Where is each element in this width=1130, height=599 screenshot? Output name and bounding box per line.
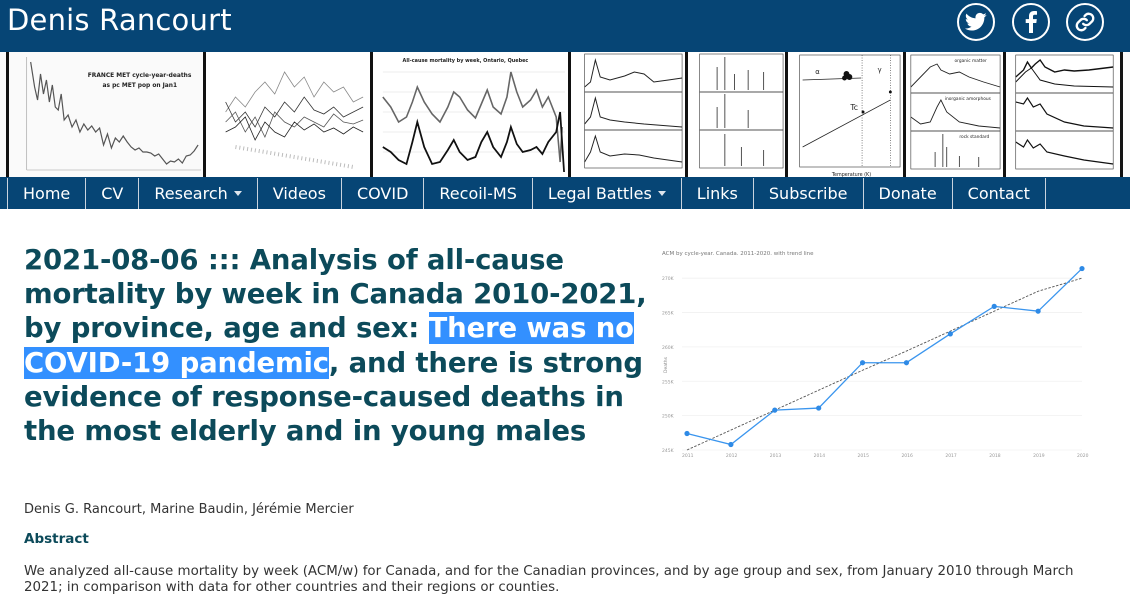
banner-thumbnail: organic matter inorganic amorphous rock … — [903, 52, 1003, 177]
nav-label: Research — [154, 184, 228, 203]
nav-cv[interactable]: CV — [86, 178, 140, 209]
chart-x-tick: 2014 — [814, 453, 826, 459]
abstract-heading: Abstract — [24, 531, 89, 547]
chart-svg: ACM by cycle-year. Canada. 2011-2020. wi… — [662, 251, 1089, 459]
nav-subscribe[interactable]: Subscribe — [754, 178, 864, 209]
chart-x-tick: 2020 — [1077, 453, 1089, 459]
nav-research[interactable]: Research — [139, 178, 258, 209]
svg-text:γ: γ — [878, 66, 882, 74]
site-header: Denis Rancourt — [0, 0, 1130, 50]
nav-label: CV — [101, 184, 124, 203]
article-title: 2021-08-06 ::: Analysis of all-cause mor… — [24, 243, 664, 448]
main-nav: Home CV Research Videos COVID Recoil-MS … — [0, 178, 1130, 209]
header-banner: FRANCE MET cycle-year-deaths as pc MET p… — [0, 50, 1130, 178]
chart-x-tick: 2017 — [945, 453, 957, 459]
nav-label: Links — [696, 184, 738, 203]
chart-x-tick: 2013 — [770, 453, 782, 459]
chart-y-tick: 250K — [662, 414, 675, 420]
nav-recoil-ms[interactable]: Recoil-MS — [424, 178, 533, 209]
link-button[interactable] — [1066, 3, 1104, 41]
thumbnail-title: FRANCE MET cycle-year-deaths — [88, 72, 192, 79]
abstract-text: We analyzed all-cause mortality by week … — [24, 564, 1074, 595]
svg-text:Tc: Tc — [849, 103, 858, 112]
banner-thumbnail: FRANCE MET cycle-year-deaths as pc MET p… — [6, 52, 203, 177]
link-icon — [1075, 12, 1095, 32]
banner-thumbnail — [568, 52, 685, 177]
chart-y-tick: 270K — [662, 276, 675, 282]
nav-legal-battles[interactable]: Legal Battles — [533, 178, 682, 209]
chart-data-point — [1035, 308, 1041, 314]
nav-links[interactable]: Links — [682, 178, 754, 209]
svg-text:All-cause mortality by week, O: All-cause mortality by week, Ontario, Qu… — [403, 58, 529, 64]
nav-covid[interactable]: COVID — [342, 178, 425, 209]
svg-text:organic matter: organic matter — [955, 58, 988, 64]
chart-data-point — [1079, 265, 1085, 272]
chart-data-point — [684, 430, 690, 437]
banner-thumbnail — [203, 52, 370, 177]
chart-y-tick: 265K — [662, 311, 675, 317]
article-authors: Denis G. Rancourt, Marine Baudin, Jérémi… — [24, 502, 354, 517]
chart-y-tick: 260K — [662, 345, 675, 351]
nav-home[interactable]: Home — [7, 178, 87, 209]
caret-down-icon — [233, 191, 242, 196]
nav-label: Subscribe — [768, 184, 848, 203]
chart-y-tick: 245K — [662, 448, 675, 454]
banner-thumbnail — [685, 52, 785, 177]
svg-text:as pc MET pop on Jan1: as pc MET pop on Jan1 — [103, 82, 178, 89]
facebook-icon — [1025, 11, 1037, 33]
chart-x-tick: 2015 — [858, 453, 870, 459]
svg-text:α: α — [815, 68, 820, 76]
nav-label: Videos — [272, 184, 326, 203]
chart-x-tick: 2011 — [682, 453, 694, 459]
chart-x-tick: 2012 — [726, 453, 738, 459]
chart-x-tick: 2016 — [901, 453, 913, 459]
chart-trend-line — [686, 277, 1083, 451]
banner-thumbnail — [1003, 52, 1120, 177]
banner-thumbnail — [1120, 52, 1130, 177]
nav-videos[interactable]: Videos — [258, 178, 342, 209]
nav-label: COVID — [356, 184, 409, 203]
twitter-icon — [965, 12, 987, 31]
nav-label: Contact — [967, 184, 1030, 203]
chart-data-point — [816, 405, 822, 411]
chart-series-line — [686, 268, 1083, 446]
svg-text:Temperature (K): Temperature (K) — [831, 172, 871, 177]
chart-data-point — [772, 407, 778, 413]
twitter-button[interactable] — [957, 3, 995, 41]
nav-label: Donate — [878, 184, 937, 203]
banner-thumbnail: All-cause mortality by week, Ontario, Qu… — [370, 52, 568, 177]
chart-x-tick: 2018 — [989, 453, 1001, 459]
facebook-button[interactable] — [1012, 3, 1050, 41]
chart-data-point — [991, 303, 997, 309]
site-title[interactable]: Denis Rancourt — [7, 3, 232, 37]
chart-data-point — [947, 331, 953, 337]
chart-data-point — [859, 360, 866, 366]
nav-label: Home — [23, 184, 71, 203]
chart-data-point — [728, 441, 734, 448]
nav-donate[interactable]: Donate — [864, 178, 953, 209]
chart-y-label: Deaths — [663, 356, 669, 373]
chart-data-point — [903, 360, 910, 366]
acm-chart[interactable]: ACM by cycle-year. Canada. 2011-2020. wi… — [650, 245, 1100, 465]
nav-label: Recoil-MS — [439, 184, 517, 203]
chart-title: ACM by cycle-year. Canada. 2011-2020. wi… — [662, 251, 814, 257]
chart-x-tick: 2019 — [1033, 453, 1045, 459]
nav-contact[interactable]: Contact — [953, 178, 1046, 209]
svg-text:inorganic amorphous: inorganic amorphous — [945, 96, 992, 102]
banner-thumbnail: α γ Tc Temperature (K) — [785, 52, 903, 177]
nav-label: Legal Battles — [547, 184, 652, 203]
chart-y-tick: 255K — [662, 379, 675, 385]
caret-down-icon — [657, 191, 666, 196]
svg-text:rock standard: rock standard — [959, 134, 989, 140]
